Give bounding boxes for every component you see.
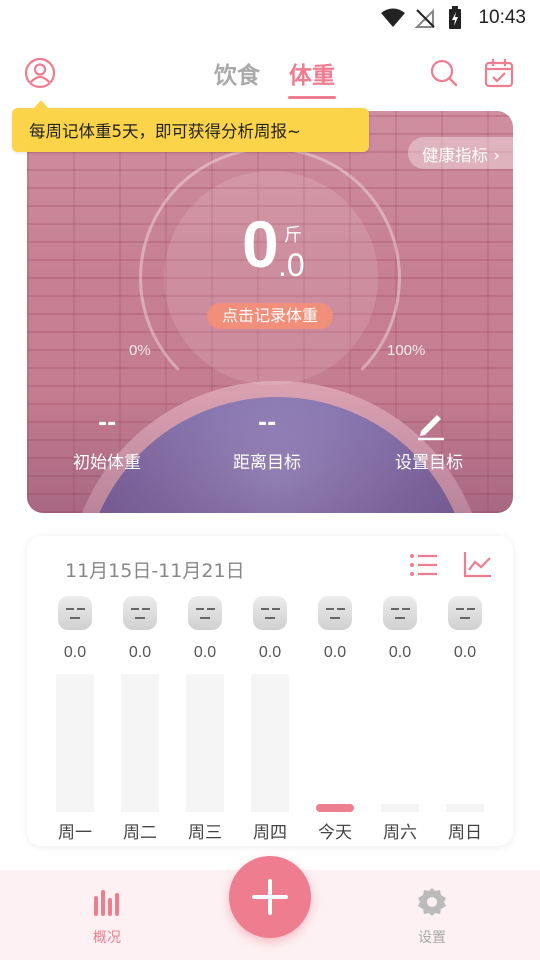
- edit-pencil-icon[interactable]: [415, 409, 447, 441]
- day-bar: [121, 674, 159, 812]
- day-bar: [186, 674, 224, 812]
- calendar-check-icon[interactable]: [483, 57, 515, 89]
- day-column-5[interactable]: 0.0 周六: [380, 596, 420, 846]
- neutral-face-icon: [58, 596, 92, 630]
- day-column-0[interactable]: 0.0 周一: [55, 596, 95, 846]
- day-weight-value: 0.0: [63, 644, 87, 661]
- day-weight-value: 0.0: [388, 644, 412, 661]
- day-weight-value: 0.0: [258, 644, 282, 661]
- status-time: 10:43: [478, 7, 526, 28]
- initial-weight-value: --: [98, 411, 117, 436]
- day-bar: [251, 674, 289, 812]
- status-bar: 10:43: [0, 0, 540, 36]
- weekly-weight-card: 11月15日-11月21日 0.0 周一 0.0 周二 0.0 周三 0.0 周四 0.0 今天 0…: [27, 536, 513, 846]
- day-column-6[interactable]: 0.0 周日: [445, 596, 485, 846]
- weight-hero-card: 健康指标 › 0 .0 斤 点击记录体重 0% 100% -- 初始体重 -- …: [27, 111, 513, 513]
- day-weight-value: 0.0: [193, 644, 217, 661]
- weight-decimal: .0: [278, 247, 305, 283]
- neutral-face-icon: [318, 596, 352, 630]
- weight-integer: 0: [242, 207, 279, 281]
- day-bar: [446, 804, 484, 812]
- distance-to-goal-label: 距离目标: [233, 453, 301, 473]
- list-view-icon[interactable]: [409, 552, 439, 578]
- battery-charging-icon: [449, 6, 461, 29]
- set-goal-button[interactable]: 设置目标: [395, 448, 463, 473]
- day-weight-value: 0.0: [323, 644, 347, 661]
- bar-chart-icon[interactable]: [92, 886, 124, 918]
- search-icon[interactable]: [428, 57, 460, 89]
- weekly-report-tip[interactable]: 每周记体重5天，即可获得分析周报~: [12, 100, 369, 152]
- no-signal-icon: [414, 8, 435, 28]
- gear-icon[interactable]: [416, 886, 448, 918]
- tab-diet[interactable]: 饮食: [214, 56, 260, 90]
- day-name-label: 周六: [383, 823, 417, 843]
- day-column-3[interactable]: 0.0 周四: [250, 596, 290, 846]
- week-date-range: 11月15日-11月21日: [65, 560, 245, 582]
- initial-weight-label: 初始体重: [73, 453, 141, 473]
- day-name-label: 周一: [58, 823, 92, 843]
- line-chart-icon[interactable]: [463, 550, 493, 578]
- add-record-button[interactable]: [229, 856, 311, 938]
- progress-start-label: 0%: [129, 342, 151, 359]
- weight-unit: 斤: [284, 225, 302, 246]
- today-bar: [316, 804, 354, 812]
- neutral-face-icon: [383, 596, 417, 630]
- day-name-label: 周三: [188, 823, 222, 843]
- day-bar: [56, 674, 94, 812]
- day-weight-value: 0.0: [453, 644, 477, 661]
- day-name-label: 今天: [318, 823, 352, 843]
- distance-to-goal-value: --: [258, 411, 277, 436]
- day-column-2[interactable]: 0.0 周三: [185, 596, 225, 846]
- day-weight-value: 0.0: [128, 644, 152, 661]
- progress-end-label: 100%: [387, 342, 426, 359]
- health-index-link[interactable]: 健康指标 ›: [408, 137, 513, 169]
- nav-overview[interactable]: 概况: [93, 927, 121, 947]
- neutral-face-icon: [123, 596, 157, 630]
- day-column-1[interactable]: 0.0 周二: [120, 596, 160, 846]
- tab-weight[interactable]: 体重: [289, 56, 335, 90]
- day-name-label: 周四: [253, 823, 287, 843]
- neutral-face-icon: [448, 596, 482, 630]
- day-name-label: 周日: [448, 823, 482, 843]
- day-column-4[interactable]: 0.0 今天: [315, 596, 355, 846]
- neutral-face-icon: [253, 596, 287, 630]
- day-name-label: 周二: [123, 823, 157, 843]
- neutral-face-icon: [188, 596, 222, 630]
- day-bar: [381, 804, 419, 812]
- record-weight-button[interactable]: 点击记录体重: [207, 303, 333, 329]
- profile-icon[interactable]: [24, 57, 56, 89]
- nav-settings[interactable]: 设置: [418, 927, 446, 947]
- tab-active-indicator: [288, 96, 336, 99]
- wifi-icon: [381, 8, 405, 27]
